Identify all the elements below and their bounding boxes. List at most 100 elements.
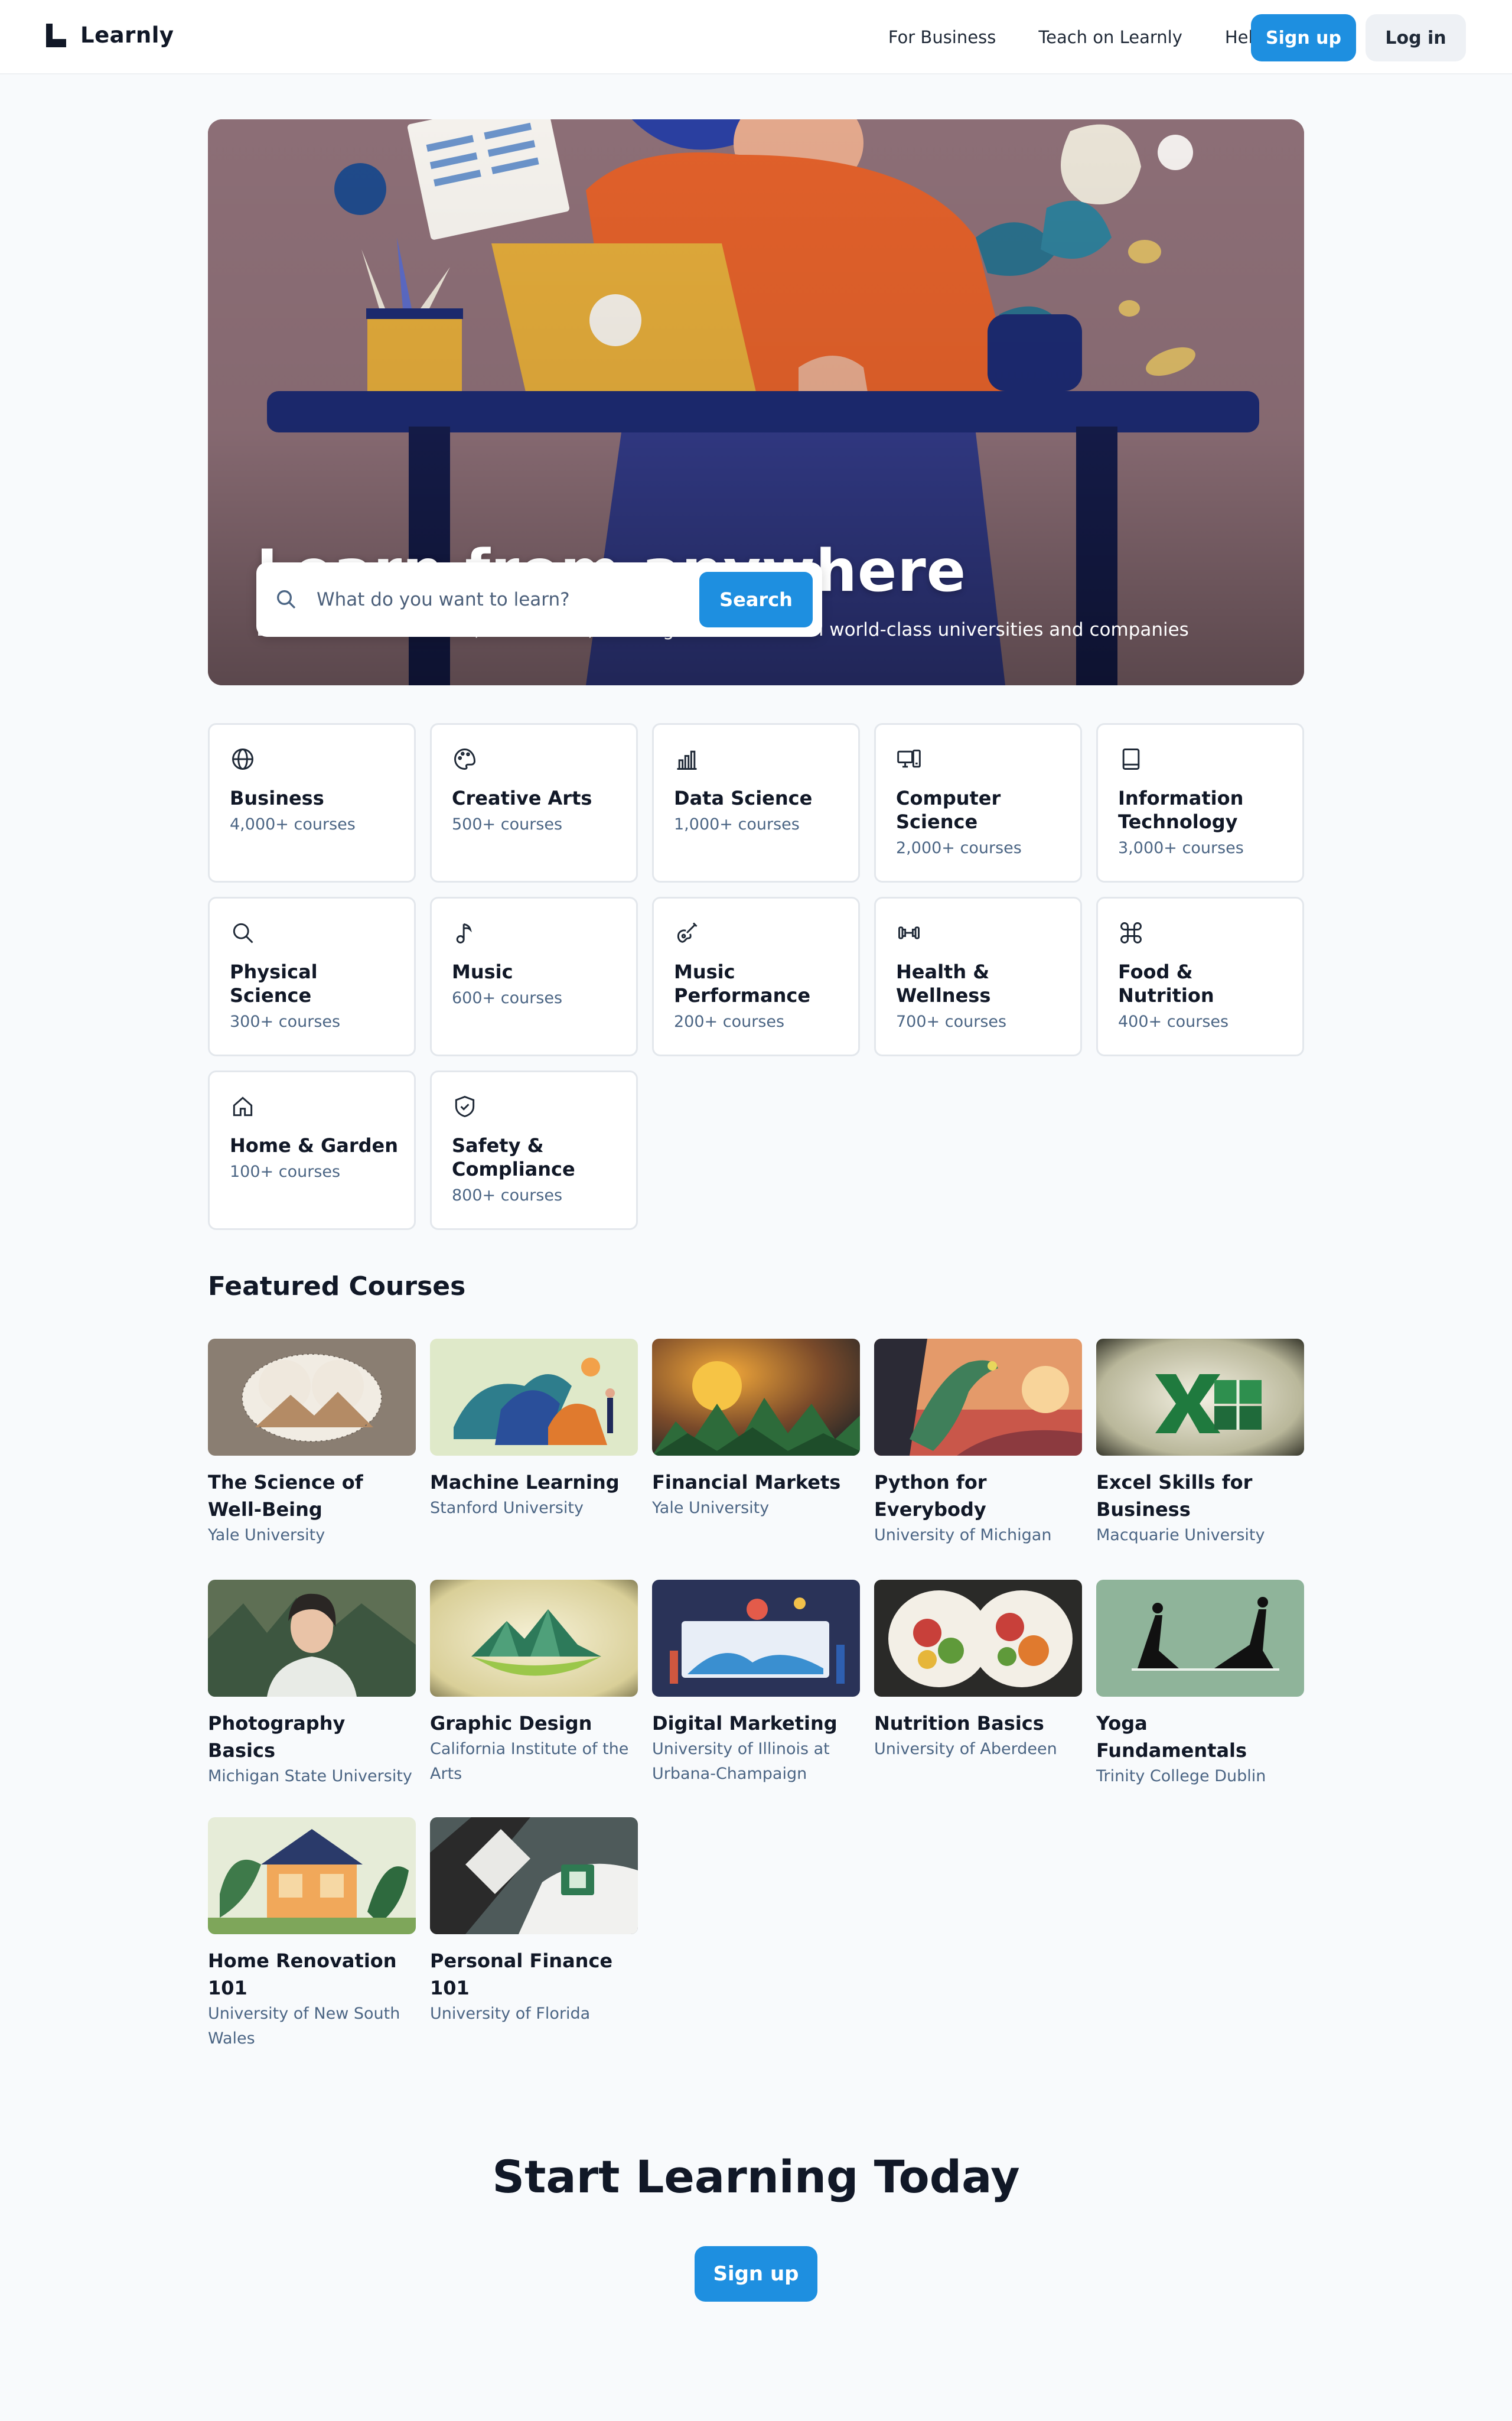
course-card[interactable]: Financial Markets Yale University: [652, 1339, 860, 1521]
course-thumbnail: [1096, 1580, 1304, 1697]
login-button[interactable]: Log in: [1366, 14, 1466, 61]
search-button[interactable]: Search: [699, 572, 813, 627]
course-thumbnail: [430, 1580, 638, 1697]
category-grid: Business 4,000+ courses Creative Arts 500+…: [208, 723, 1304, 1230]
category-name: Food & Nutrition: [1118, 961, 1214, 1007]
category-card-information-technology[interactable]: Information Technology 3,000+ courses: [1096, 723, 1304, 883]
hero-search-bar: Search: [256, 562, 822, 637]
course-university: Michigan State University: [208, 1767, 412, 1785]
category-name: Information Technology: [1118, 787, 1244, 833]
category-card-data-science[interactable]: Data Science 1,000+ courses: [652, 723, 860, 883]
course-card[interactable]: Graphic Design California Institute of t…: [430, 1580, 638, 1787]
course-university: Macquarie University: [1096, 1526, 1265, 1544]
signup-button[interactable]: Sign up: [1251, 14, 1356, 61]
course-card[interactable]: Nutrition Basics University of Aberdeen: [874, 1580, 1082, 1762]
command-icon: [1118, 920, 1144, 946]
category-count: 4,000+ courses: [230, 815, 356, 834]
category-card-home-garden[interactable]: Home & Garden 100+ courses: [208, 1070, 416, 1230]
course-thumbnail: [652, 1580, 860, 1697]
course-thumbnail: [874, 1339, 1082, 1456]
category-count: 600+ courses: [452, 989, 563, 1007]
category-name: Music Performance: [674, 961, 811, 1007]
devices-icon: [896, 746, 922, 772]
search-icon: [274, 587, 298, 613]
logo-mark-icon: [46, 23, 66, 47]
shield-check-icon: [452, 1094, 478, 1120]
course-title: Excel Skills for Business: [1096, 1471, 1253, 1521]
course-thumbnail: [652, 1339, 860, 1456]
course-card[interactable]: Machine Learning Stanford University: [430, 1339, 638, 1521]
course-card[interactable]: Python for Everybody University of Michi…: [874, 1339, 1082, 1548]
course-university: Yale University: [652, 1499, 770, 1517]
course-card[interactable]: Excel Skills for Business Macquarie Univ…: [1096, 1339, 1304, 1548]
category-card-computer-science[interactable]: Computer Science 2,000+ courses: [874, 723, 1082, 883]
course-card[interactable]: Personal Finance 101 University of Flori…: [430, 1817, 638, 2026]
course-card[interactable]: The Science of Well-Being Yale Universit…: [208, 1339, 416, 1548]
course-university: University of New South Wales: [208, 2005, 400, 2048]
tablet-icon: [1118, 746, 1144, 772]
course-thumbnail: [1096, 1339, 1304, 1456]
category-card-safety-compliance[interactable]: Safety & Compliance 800+ courses: [430, 1070, 638, 1230]
category-name: Creative Arts: [452, 787, 592, 809]
music-note-icon: [452, 920, 478, 946]
course-thumbnail: [874, 1580, 1082, 1697]
course-title: Graphic Design: [430, 1712, 592, 1735]
home-icon: [230, 1094, 256, 1120]
bar-chart-icon: [674, 746, 700, 772]
category-name: Health & Wellness: [896, 961, 991, 1007]
course-thumbnail: [208, 1817, 416, 1934]
nav-link-for-business[interactable]: For Business: [888, 27, 996, 47]
course-university: Trinity College Dublin: [1096, 1767, 1266, 1785]
category-name: Safety & Compliance: [452, 1134, 575, 1180]
course-card[interactable]: Home Renovation 101 University of New So…: [208, 1817, 416, 2051]
course-university: University of Aberdeen: [874, 1740, 1057, 1758]
course-card[interactable]: Digital Marketing University of Illinois…: [652, 1580, 860, 1787]
category-count: 200+ courses: [674, 1013, 785, 1031]
category-name: Business: [230, 787, 324, 809]
search-input[interactable]: [315, 580, 672, 619]
category-name: Computer Science: [896, 787, 1001, 833]
course-thumbnail: [430, 1339, 638, 1456]
category-card-creative-arts[interactable]: Creative Arts 500+ courses: [430, 723, 638, 883]
category-count: 300+ courses: [230, 1013, 341, 1031]
category-count: 100+ courses: [230, 1163, 341, 1181]
course-title: Digital Marketing: [652, 1712, 838, 1735]
dumbbell-icon: [896, 920, 922, 946]
category-count: 700+ courses: [896, 1013, 1007, 1031]
course-title: Yoga Fundamentals: [1096, 1712, 1247, 1762]
course-thumbnail: [208, 1339, 416, 1456]
course-university: Stanford University: [430, 1499, 584, 1517]
category-card-music-performance[interactable]: Music Performance 200+ courses: [652, 897, 860, 1056]
course-thumbnail: [208, 1580, 416, 1697]
course-university: University of Florida: [430, 2005, 591, 2023]
nav-link-teach[interactable]: Teach on Learnly: [1038, 27, 1182, 47]
course-university: University of Illinois at Urbana-Champai…: [652, 1740, 830, 1783]
course-title: Photography Basics: [208, 1712, 346, 1762]
category-count: 1,000+ courses: [674, 815, 800, 834]
featured-courses-heading: Featured Courses: [208, 1271, 466, 1301]
nav-links: For Business Teach on Learnly Help: [888, 0, 1264, 74]
category-count: 3,000+ courses: [1118, 839, 1244, 857]
magnifier-icon: [230, 920, 256, 946]
brand-logo[interactable]: Learnly: [46, 22, 174, 48]
course-card[interactable]: Yoga Fundamentals Trinity College Dublin: [1096, 1580, 1304, 1789]
course-title: Home Renovation 101: [208, 1950, 397, 1999]
category-card-physical-science[interactable]: Physical Science 300+ courses: [208, 897, 416, 1056]
palette-icon: [452, 746, 478, 772]
category-card-business[interactable]: Business 4,000+ courses: [208, 723, 416, 883]
course-card[interactable]: Photography Basics Michigan State Univer…: [208, 1580, 416, 1789]
guitar-icon: [674, 920, 700, 946]
category-count: 2,000+ courses: [896, 839, 1022, 857]
category-count: 800+ courses: [452, 1186, 563, 1205]
cta-signup-button[interactable]: Sign up: [695, 2246, 817, 2302]
course-university: California Institute of the Arts: [430, 1740, 629, 1783]
course-title: Machine Learning: [430, 1471, 620, 1493]
category-card-health-wellness[interactable]: Health & Wellness 700+ courses: [874, 897, 1082, 1056]
category-name: Data Science: [674, 787, 813, 809]
course-university: University of Michigan: [874, 1526, 1052, 1544]
course-title: The Science of Well-Being: [208, 1471, 363, 1521]
category-name: Physical Science: [230, 961, 318, 1007]
category-name: Music: [452, 961, 513, 983]
category-card-music[interactable]: Music 600+ courses: [430, 897, 638, 1056]
category-card-food-nutrition[interactable]: Food & Nutrition 400+ courses: [1096, 897, 1304, 1056]
